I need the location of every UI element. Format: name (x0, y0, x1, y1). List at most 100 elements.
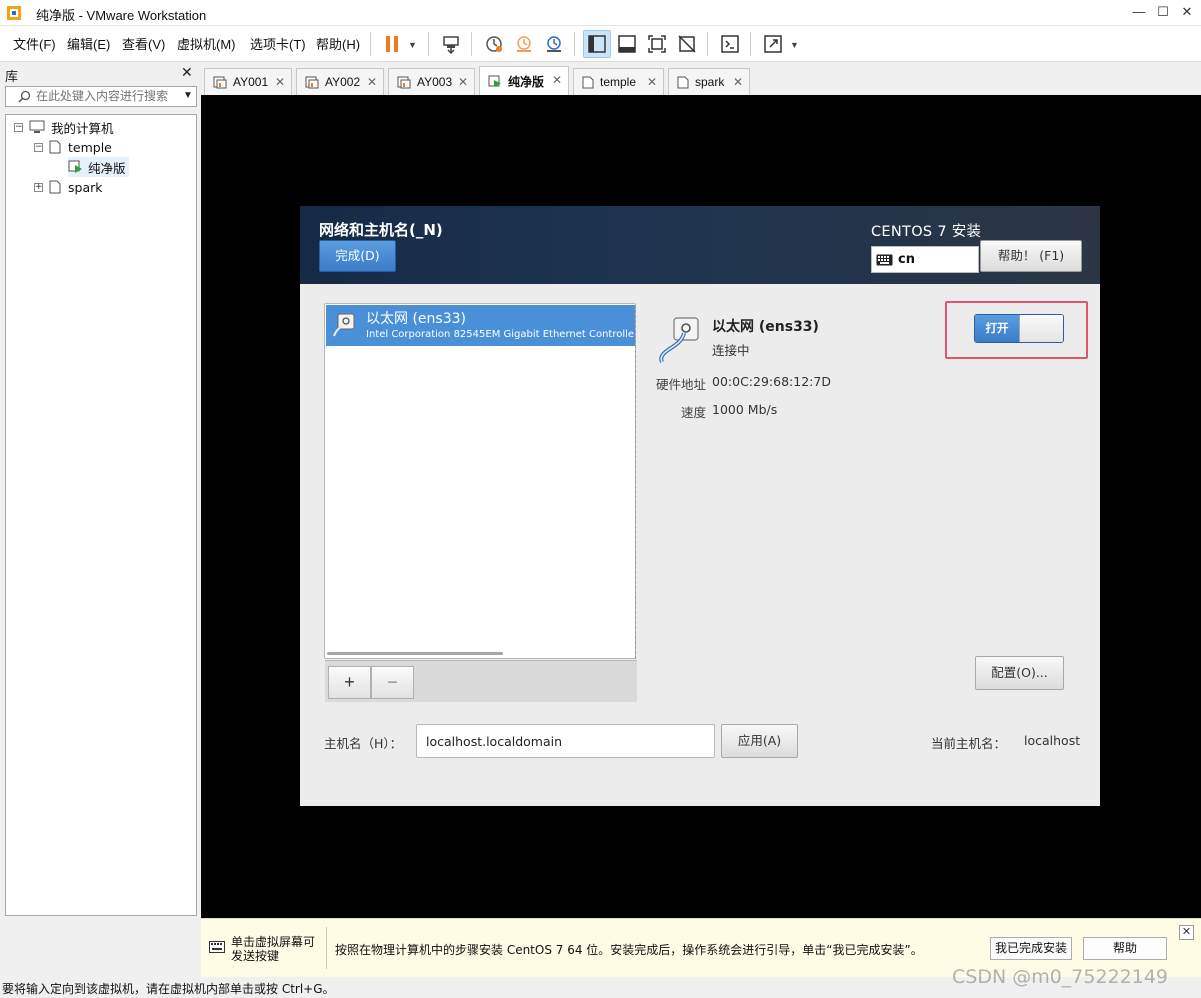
hardware-address-value: 00:0C:29:68:12:7D (712, 374, 831, 389)
toolbar-separator (471, 32, 472, 56)
menu-vm[interactable]: 虚拟机(M) (175, 34, 238, 53)
toolbar-separator (750, 32, 751, 56)
collapse-icon[interactable]: − (34, 142, 43, 152)
network-toggle-switch[interactable]: 打开 (974, 314, 1064, 343)
tab-ay003[interactable]: AY003 ✕ (388, 68, 475, 95)
hostname-input[interactable] (417, 725, 714, 757)
collapse-icon[interactable]: − (14, 122, 23, 132)
library-title: 库 (5, 69, 19, 84)
divider (635, 305, 636, 659)
network-device-list: 以太网 (ens33) Intel Corporation 82545EM Gi… (324, 303, 637, 702)
tab-label: temple (600, 75, 637, 89)
snapshot-manager-button[interactable] (540, 30, 568, 58)
list-item[interactable]: 以太网 (ens33) Intel Corporation 82545EM Gi… (326, 305, 635, 346)
remove-device-button[interactable]: − (371, 666, 414, 699)
title-bar: 纯净版 - VMware Workstation — ☐ ✕ (0, 0, 1201, 26)
add-device-button[interactable]: + (328, 666, 371, 699)
tab-label: 纯净版 (508, 74, 545, 89)
toggle-knob (1019, 315, 1063, 342)
chevron-down-icon[interactable]: ▼ (183, 90, 193, 101)
watermark: CSDN @m0_75222149 (952, 966, 1169, 988)
tab-spark[interactable]: spark ✕ (668, 68, 750, 95)
help-button[interactable]: 帮助！ (F1) (980, 240, 1082, 272)
tree-item-clean-vm[interactable]: 纯净版 (68, 157, 129, 177)
library-view-button[interactable] (583, 30, 611, 58)
hostname-field[interactable] (416, 724, 715, 758)
thumbnail-bar-button[interactable] (613, 30, 641, 58)
menu-toolbar: 文件(F) 编辑(E) 查看(V) 虚拟机(M) 选项卡(T) 帮助(H) ▼ … (0, 26, 1201, 62)
maximize-button[interactable]: ☐ (1150, 0, 1176, 26)
product-title: CENTOS 7 安装 (871, 224, 982, 240)
current-hostname-value: localhost (1024, 733, 1081, 748)
snapshot-button[interactable] (480, 30, 508, 58)
tab-clean-vm[interactable]: 纯净版 ✕ (479, 66, 569, 95)
console-icon (721, 35, 739, 53)
tree-item-label: 我的计算机 (51, 120, 114, 136)
library-search-box[interactable]: ▼ (5, 86, 197, 107)
revert-snapshot-button[interactable] (510, 30, 538, 58)
tab-label: AY001 (233, 75, 269, 89)
expand-icon[interactable]: + (34, 182, 43, 192)
tab-close-icon[interactable]: ✕ (367, 75, 377, 89)
send-ctrl-alt-del-button[interactable] (437, 30, 465, 58)
pause-button[interactable] (378, 30, 406, 58)
device-description: Intel Corporation 82545EM Gigabit Ethern… (366, 329, 634, 340)
tree-item-spark[interactable]: + spark (34, 177, 103, 197)
computer-icon (29, 120, 45, 133)
pause-icon (386, 36, 398, 52)
device-name: 以太网 (ens33) (366, 311, 466, 327)
vm-running-icon (488, 75, 501, 87)
library-header: 库 ✕ (0, 62, 201, 84)
chevron-down-icon[interactable]: ▼ (408, 40, 417, 50)
menu-view[interactable]: 查看(V) (120, 34, 167, 53)
configure-button[interactable]: 配置(O)... (975, 656, 1064, 690)
menu-tabs[interactable]: 选项卡(T) (248, 34, 308, 53)
keyboard-icon (209, 941, 225, 953)
menu-edit[interactable]: 编辑(E) (65, 34, 112, 53)
library-close-button[interactable]: ✕ (181, 64, 193, 81)
notice-help-button[interactable]: 帮助 (1083, 937, 1167, 960)
tree-item-label: temple (68, 139, 112, 155)
keyboard-layout-indicator[interactable]: cn (871, 246, 979, 273)
finish-install-button[interactable]: 我已完成安装 (990, 937, 1072, 960)
unity-icon (678, 35, 696, 53)
page-title: 网络和主机名(_N) (319, 221, 443, 239)
horizontal-scrollbar[interactable] (327, 652, 503, 655)
ethernet-icon (333, 313, 355, 337)
notice-close-button[interactable]: ✕ (1179, 925, 1194, 940)
tab-label: spark (695, 75, 725, 89)
tab-ay001[interactable]: AY001 ✕ (204, 68, 292, 95)
vm-running-icon (68, 160, 82, 173)
vm-folder-icon (49, 180, 61, 194)
menu-file[interactable]: 文件(F) (11, 34, 58, 53)
toolbar-separator (370, 32, 371, 56)
menu-help[interactable]: 帮助(H) (314, 34, 362, 53)
fullscreen-button[interactable] (643, 30, 671, 58)
install-instructions: 按照在物理计算机中的步骤安装 CentOS 7 64 位。安装完成后，操作系统会… (335, 943, 923, 957)
tab-close-icon[interactable]: ✕ (458, 75, 468, 89)
console-button[interactable] (716, 30, 744, 58)
library-search-input[interactable] (36, 89, 176, 103)
toolbar-separator (428, 32, 429, 56)
tab-close-icon[interactable]: ✕ (275, 75, 285, 89)
tab-ay002[interactable]: AY002 ✕ (296, 68, 384, 95)
chevron-down-icon[interactable]: ▼ (790, 40, 799, 50)
unity-button[interactable] (673, 30, 701, 58)
apply-button[interactable]: 应用(A) (721, 724, 798, 758)
vm-icon (305, 76, 319, 88)
tab-close-icon[interactable]: ✕ (733, 75, 743, 89)
minimize-button[interactable]: — (1126, 0, 1152, 26)
tab-close-icon[interactable]: ✕ (647, 75, 657, 89)
vm-folder-icon (49, 140, 61, 154)
tab-close-icon[interactable]: ✕ (552, 73, 562, 87)
tab-temple[interactable]: temple ✕ (573, 68, 664, 95)
tree-item-my-computer[interactable]: − 我的计算机 (14, 117, 114, 137)
tree-item-temple[interactable]: − temple (34, 137, 112, 157)
tree-item-label: spark (68, 179, 103, 195)
done-button[interactable]: 完成(D) (319, 240, 396, 272)
device-detail-name: 以太网 (ens33) (712, 319, 819, 335)
stretch-button[interactable] (759, 30, 787, 58)
library-tree: − 我的计算机 − temple 纯净版 + spark (5, 114, 197, 916)
snapshot-manager-icon (547, 36, 561, 52)
close-window-button[interactable]: ✕ (1174, 0, 1200, 26)
